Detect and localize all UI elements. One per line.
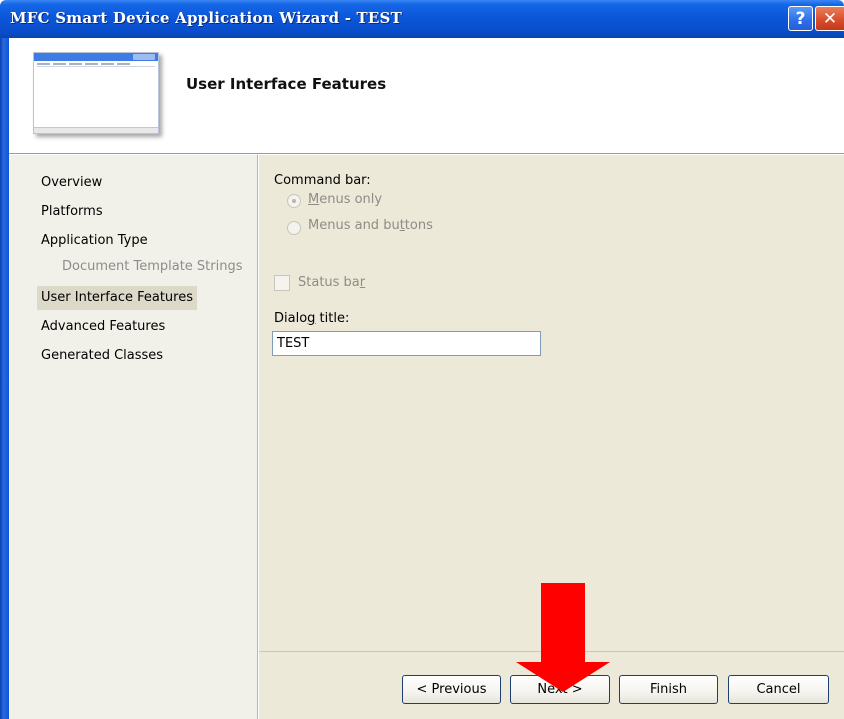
wizard-nav: Overview Platforms Application Type Docu… [9,155,258,719]
close-button[interactable]: ✕ [815,6,844,31]
annotation-arrow-shaft [541,583,585,663]
nav-item-user-interface-features[interactable]: User Interface Features [37,286,197,310]
previous-button[interactable]: < Previous [402,675,501,704]
nav-item-overview[interactable]: Overview [37,171,106,195]
nav-item-application-type[interactable]: Application Type [37,229,152,253]
help-icon: ? [795,8,806,29]
preview-titlebar [34,53,158,61]
dialog-title-input[interactable]: TEST [272,331,541,356]
menus-and-buttons-label: Menus and buttons [308,218,433,233]
dialog-title-label: Dialog title: [274,311,350,326]
nav-item-document-template-strings: Document Template Strings [62,259,243,274]
preview-statusbar [34,127,158,133]
menus-only-label: Menus only [308,192,383,207]
nav-item-platforms[interactable]: Platforms [37,200,107,224]
wizard-header: User Interface Features [9,38,844,154]
title-bar: MFC Smart Device Application Wizard - TE… [0,0,844,38]
cancel-button[interactable]: Cancel [728,675,829,704]
help-button[interactable]: ? [788,6,813,31]
window-border [0,38,9,719]
preview-menubar [37,63,155,67]
menus-and-buttons-radio[interactable] [287,221,301,235]
status-bar-label: Status bar [298,275,366,290]
nav-item-advanced-features[interactable]: Advanced Features [37,315,169,339]
page-title: User Interface Features [186,75,387,93]
window-preview-icon [33,52,159,134]
status-bar-checkbox[interactable] [274,275,290,291]
preview-window-buttons [133,54,155,60]
nav-item-generated-classes[interactable]: Generated Classes [37,344,167,368]
close-icon: ✕ [822,8,838,29]
annotation-arrow-icon [516,662,610,692]
window-title: MFC Smart Device Application Wizard - TE… [10,9,402,27]
finish-button[interactable]: Finish [619,675,718,704]
menus-only-radio[interactable] [287,194,301,208]
command-bar-label: Command bar: [274,173,371,188]
